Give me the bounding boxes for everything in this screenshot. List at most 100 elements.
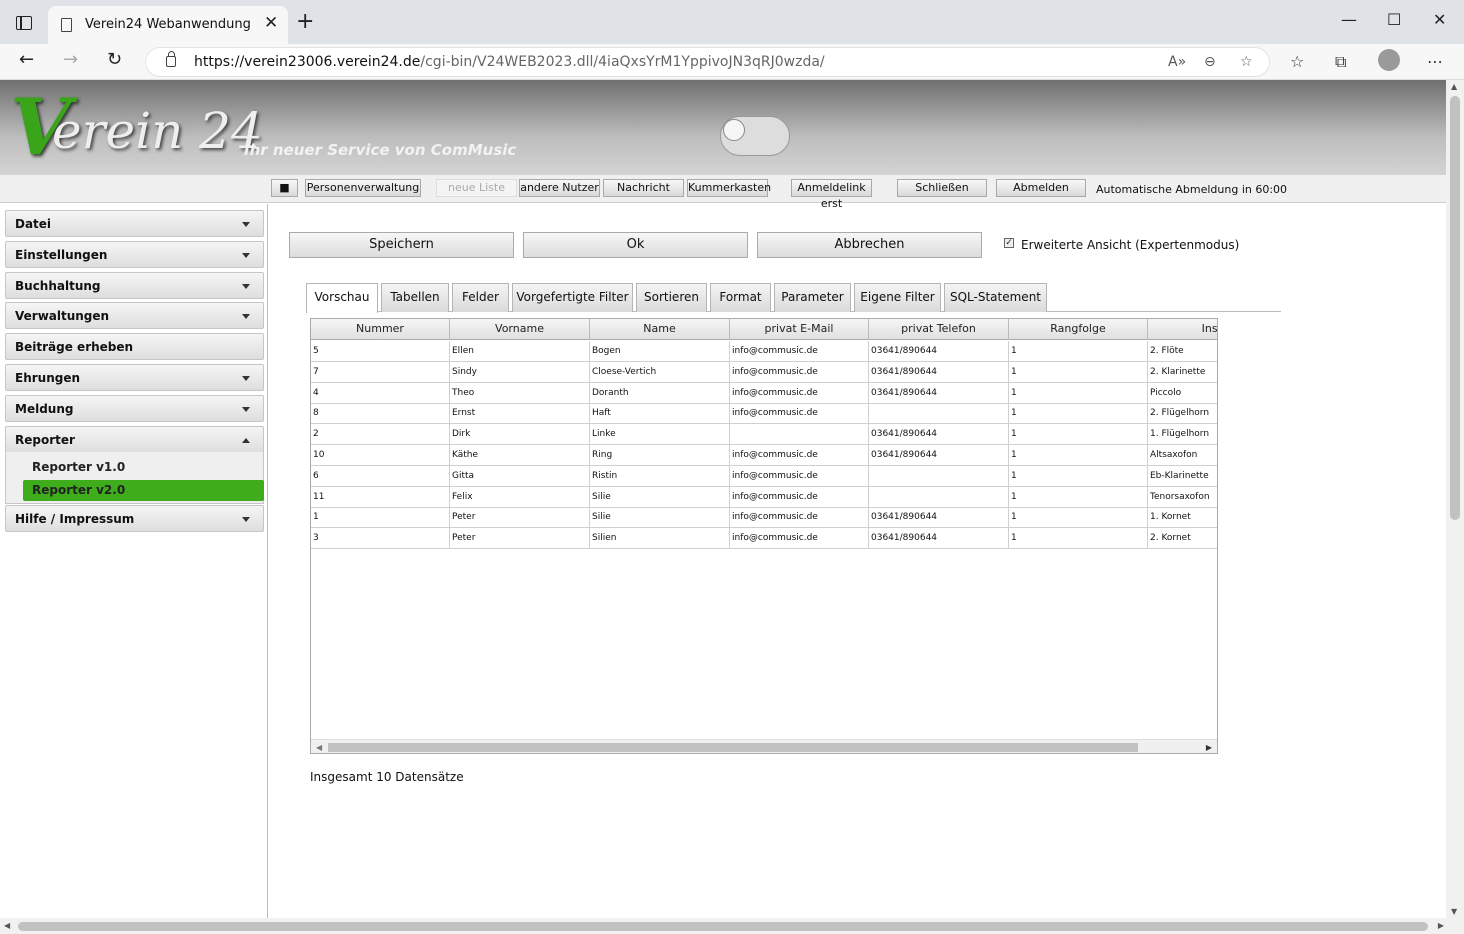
column-header[interactable]: Rangfolge [1009, 319, 1148, 340]
nachricht-button[interactable]: Nachricht [603, 179, 684, 197]
scroll-right-icon[interactable]: ▶ [1438, 921, 1444, 930]
scroll-up-icon[interactable]: ▲ [1451, 82, 1457, 91]
schliessen-button[interactable]: Schließen [897, 179, 987, 197]
reporter-submenu: Reporter v1.0 Reporter v2.0 [5, 452, 264, 504]
tab-vorschau[interactable]: Vorschau [306, 283, 378, 313]
personenverwaltung-button[interactable]: Personenverwaltung [305, 179, 421, 197]
table-row[interactable]: 10 Käthe Ring info@commusic.de 03641/890644 1… [311, 445, 1217, 466]
column-header[interactable]: privat Telefon [869, 319, 1009, 340]
more-icon[interactable]: ⋯ [1427, 52, 1443, 71]
sidebar-item-meldung[interactable]: Meldung [5, 395, 264, 422]
sidebar-item-datei[interactable]: Datei [5, 210, 264, 237]
scroll-thumb[interactable] [1450, 96, 1460, 520]
sidebar-item-hilfe[interactable]: Hilfe / Impressum [5, 505, 264, 532]
table-cell: Piccolo [1148, 383, 1217, 404]
table-row[interactable]: 6 Gitta Ristin info@commusic.de 1 Eb-Klarinet… [311, 465, 1217, 487]
scroll-thumb[interactable] [328, 743, 1138, 752]
tab-felder[interactable]: Felder [452, 283, 509, 312]
tab-eigene-filter[interactable]: Eigene Filter [854, 283, 941, 312]
column-header[interactable]: Vorname [450, 319, 590, 340]
scroll-down-icon[interactable]: ▼ [1451, 907, 1457, 916]
sidebar-subitem-reporter-v2[interactable]: Reporter v2.0 [23, 480, 264, 501]
speichern-button[interactable]: Speichern [289, 232, 514, 258]
close-window-icon[interactable]: ✕ [1433, 10, 1446, 29]
sidebar-subitem-reporter-v1[interactable]: Reporter v1.0 [23, 457, 264, 478]
table-row[interactable]: 5 Ellen Bogen info@commusic.de 03641/890644 1… [311, 341, 1217, 362]
table-cell: 03641/890644 [869, 528, 1009, 550]
andere-nutzer-button[interactable]: andere Nutzer [519, 179, 600, 197]
table-cell: info@commusic.de [730, 341, 869, 362]
scroll-left-icon[interactable]: ◀ [4, 921, 10, 930]
table-row[interactable]: 3 Peter Silien info@commusic.de 03641/890644… [311, 528, 1217, 550]
tab-sql-statement[interactable]: SQL-Statement [944, 283, 1047, 312]
url-path: /cgi-bin/V24WEB2023.dll/4iaQxsYrM1Yppivo… [420, 54, 825, 70]
kummerkasten-button[interactable]: Kummerkasten [687, 179, 771, 197]
favorites-icon[interactable]: ☆ [1290, 52, 1304, 71]
abmelden-button[interactable]: Abmelden [996, 179, 1086, 197]
maximize-icon[interactable]: ☐ [1387, 10, 1401, 29]
tab-sortieren[interactable]: Sortieren [636, 283, 707, 312]
neue-liste-button[interactable]: neue Liste [436, 179, 517, 197]
profile-icon[interactable] [1378, 49, 1400, 71]
tab-vorgefertigte-filter[interactable]: Vorgefertigte Filter [512, 283, 633, 312]
lock-icon[interactable] [166, 51, 176, 67]
read-aloud-icon[interactable]: A» [1168, 54, 1186, 70]
forward-icon[interactable]: → [63, 49, 78, 70]
expert-mode-checkbox[interactable]: ✓ [1004, 238, 1014, 248]
logo-text: erein 24 [52, 102, 263, 160]
top-toolbar: ■ Personenverwaltung neue Liste andere N… [0, 175, 1446, 210]
table-row[interactable]: 7 Sindy Cloese-Vertich info@commusic.de 0364… [311, 361, 1217, 383]
close-tab-icon[interactable]: ✕ [264, 13, 278, 33]
page-vertical-scrollbar[interactable]: ▲ ▼ [1446, 80, 1464, 918]
table-cell: 1 [1009, 382, 1148, 404]
sidebar-item-buchhaltung[interactable]: Buchhaltung [5, 272, 264, 299]
minimize-icon[interactable]: — [1341, 10, 1357, 29]
tab-format[interactable]: Format [710, 283, 771, 312]
tab-parameter[interactable]: Parameter [774, 283, 851, 312]
table-row[interactable]: 11 Felix Silie info@commusic.de 1 Tenorsaxofo… [311, 486, 1217, 508]
column-header[interactable]: privat E-Mail [730, 319, 869, 340]
collections-icon[interactable]: ⧉ [1335, 52, 1346, 72]
table-row[interactable]: 8 Ernst Haft info@commusic.de 1 2. Flügelhorn [311, 403, 1217, 425]
table-row[interactable]: 4 Theo Doranth info@commusic.de 03641/890644… [311, 382, 1217, 404]
table-cell: 2. Klarinette [1148, 362, 1217, 383]
abbrechen-button[interactable]: Abbrechen [757, 232, 982, 258]
table-cell: 11 [311, 486, 450, 508]
scroll-thumb[interactable] [18, 922, 1428, 931]
sidebar-item-verwaltungen[interactable]: Verwaltungen [5, 302, 264, 329]
back-icon[interactable]: ← [19, 49, 34, 70]
table-cell: Käthe [450, 445, 590, 466]
chevron-up-icon [242, 438, 250, 443]
sidebar-item-reporter[interactable]: Reporter [5, 426, 264, 453]
tab-actions-icon[interactable] [16, 16, 32, 30]
table-row[interactable]: 1 Peter Silie info@commusic.de 03641/890644 1… [311, 507, 1217, 529]
sidebar-item-ehrungen[interactable]: Ehrungen [5, 364, 264, 391]
url-field[interactable]: https://verein23006.verein24.de/cgi-bin/… [145, 47, 1270, 77]
tab-tabellen[interactable]: Tabellen [381, 283, 449, 312]
zoom-out-icon[interactable]: ⊖ [1204, 54, 1216, 70]
ok-button[interactable]: Ok [523, 232, 748, 258]
table-cell [730, 424, 869, 446]
column-header[interactable]: Name [590, 319, 730, 340]
table-horizontal-scrollbar[interactable]: ◀ ▶ [311, 739, 1217, 753]
column-header[interactable]: Nummer [311, 319, 450, 340]
new-tab-icon[interactable]: + [296, 9, 314, 34]
add-favorite-icon[interactable]: ☆ [1240, 54, 1253, 70]
sidebar-item-einstellungen[interactable]: Einstellungen [5, 241, 264, 268]
table-cell: Ernst [450, 403, 590, 425]
table-cell: 03641/890644 [869, 382, 1009, 404]
scroll-left-icon[interactable]: ◀ [316, 743, 322, 752]
stop-button[interactable]: ■ [271, 179, 298, 197]
page-horizontal-scrollbar[interactable]: ◀ ▶ [0, 918, 1464, 934]
scroll-right-icon[interactable]: ▶ [1206, 743, 1212, 752]
table-cell: 03641/890644 [869, 445, 1009, 466]
browser-tab[interactable]: Verein24 Webanwendung ✕ [48, 6, 288, 44]
reload-icon[interactable]: ↻ [107, 49, 122, 70]
table-row[interactable]: 2 Dirk Linke 03641/890644 1 1. Flügelhorn [311, 424, 1217, 446]
table-cell: 1 [311, 507, 450, 529]
column-header[interactable]: Instru [1148, 319, 1217, 340]
theme-toggle[interactable] [720, 116, 790, 156]
sidebar-item-beitraege[interactable]: Beiträge erheben [5, 333, 264, 360]
anmeldelink-button[interactable]: Anmeldelink erst [791, 179, 872, 210]
table-cell [869, 403, 1009, 425]
